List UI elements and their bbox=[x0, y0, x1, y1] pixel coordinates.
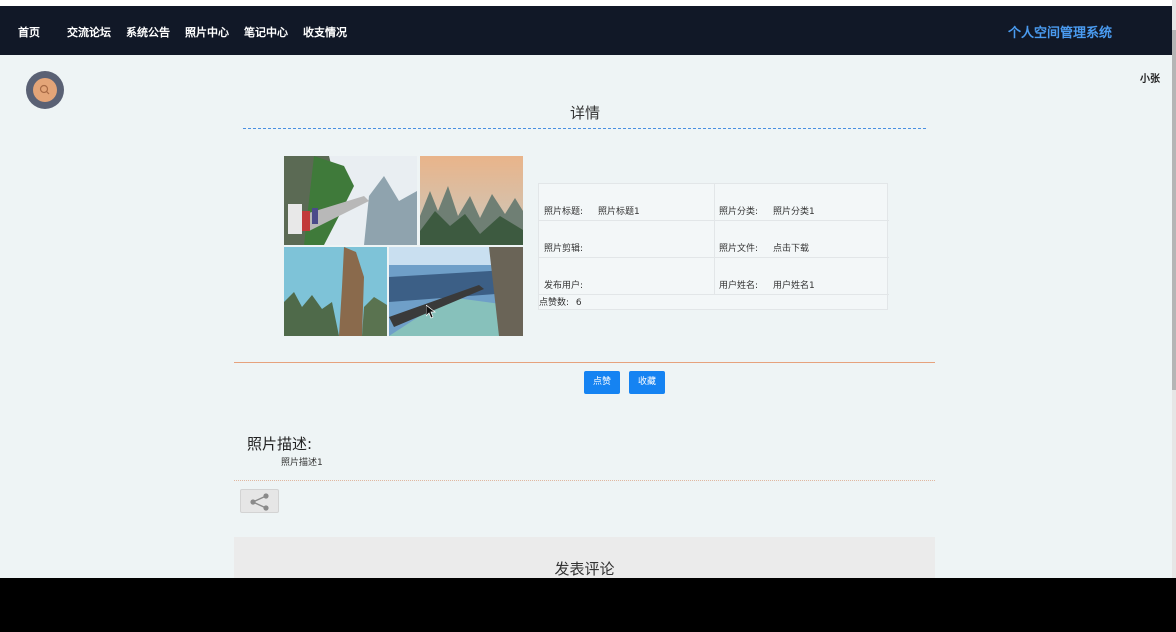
page-title: 详情 bbox=[569, 104, 600, 122]
nav-home[interactable]: 首页 bbox=[18, 24, 40, 40]
field-publisher: 发布用户: bbox=[539, 258, 714, 295]
field-photo-category: 照片分类: 照片分类1 bbox=[714, 184, 889, 221]
user-name-label: 用户姓名: bbox=[719, 281, 759, 291]
photo-category-value: 照片分类1 bbox=[773, 207, 815, 217]
share-icon bbox=[250, 493, 269, 511]
photo-category-label: 照片分类: bbox=[719, 207, 759, 217]
photo-edit-label: 照片剪辑: bbox=[544, 244, 584, 254]
nav-photo-center[interactable]: 照片中心 bbox=[185, 24, 229, 40]
nav-finance[interactable]: 收支情况 bbox=[303, 24, 347, 40]
share-button[interactable] bbox=[240, 489, 279, 513]
nav-forum[interactable]: 交流论坛 bbox=[67, 24, 111, 40]
likes-label: 点赞数: bbox=[539, 298, 570, 308]
title-divider bbox=[243, 128, 926, 129]
user-name-value: 用户姓名1 bbox=[773, 281, 815, 291]
photo-file-label: 照片文件: bbox=[719, 244, 759, 254]
photo-title-value: 照片标题1 bbox=[598, 207, 640, 217]
like-button[interactable]: 点赞 bbox=[584, 371, 620, 394]
brand-title: 个人空间管理系统 bbox=[1007, 26, 1112, 41]
nav-notes-center[interactable]: 笔记中心 bbox=[244, 24, 288, 40]
field-photo-edit: 照片剪辑: bbox=[539, 221, 714, 258]
photo-info-table: 照片标题: 照片标题1 照片分类: 照片分类1 照片剪辑: 照片文件: 点击下载… bbox=[538, 183, 889, 310]
photo-collage bbox=[284, 156, 523, 336]
description-text: 照片描述1 bbox=[281, 458, 323, 468]
comment-title: 发表评论 bbox=[554, 560, 615, 578]
likes-count-row: 点赞数: 6 bbox=[539, 295, 582, 308]
publisher-label: 发布用户: bbox=[544, 281, 584, 291]
photo-title-label: 照片标题: bbox=[544, 207, 584, 217]
navbar: 首页 交流论坛 系统公告 照片中心 笔记中心 收支情况 个人空间管理系统 bbox=[0, 6, 1172, 55]
column-divider bbox=[714, 184, 715, 294]
field-photo-file: 照片文件: 点击下载 bbox=[714, 221, 889, 258]
current-user[interactable]: 小张 bbox=[1140, 70, 1160, 85]
section-divider bbox=[234, 362, 935, 363]
photo-cliff-walkway bbox=[284, 156, 417, 245]
field-photo-title: 照片标题: 照片标题1 bbox=[539, 184, 714, 221]
likes-value: 6 bbox=[575, 298, 582, 308]
search-icon bbox=[33, 78, 57, 102]
description-divider bbox=[234, 480, 935, 481]
page: 首页 交流论坛 系统公告 照片中心 笔记中心 收支情况 个人空间管理系统 小张 … bbox=[0, 0, 1172, 578]
photo-glass-skywalk bbox=[389, 247, 523, 336]
nav-announcements[interactable]: 系统公告 bbox=[126, 24, 170, 40]
comment-section: 发表评论 bbox=[234, 537, 935, 578]
mouse-cursor-icon bbox=[426, 305, 436, 319]
photo-rock-pillars bbox=[284, 247, 387, 336]
download-link[interactable]: 点击下载 bbox=[773, 241, 809, 254]
description-label: 照片描述: bbox=[247, 435, 313, 453]
field-user-name: 用户姓名: 用户姓名1 bbox=[714, 258, 889, 295]
scrollbar-thumb[interactable] bbox=[1172, 30, 1176, 390]
photo-misty-peaks bbox=[420, 156, 523, 245]
row-divider bbox=[539, 294, 889, 295]
favorite-button[interactable]: 收藏 bbox=[629, 371, 665, 394]
